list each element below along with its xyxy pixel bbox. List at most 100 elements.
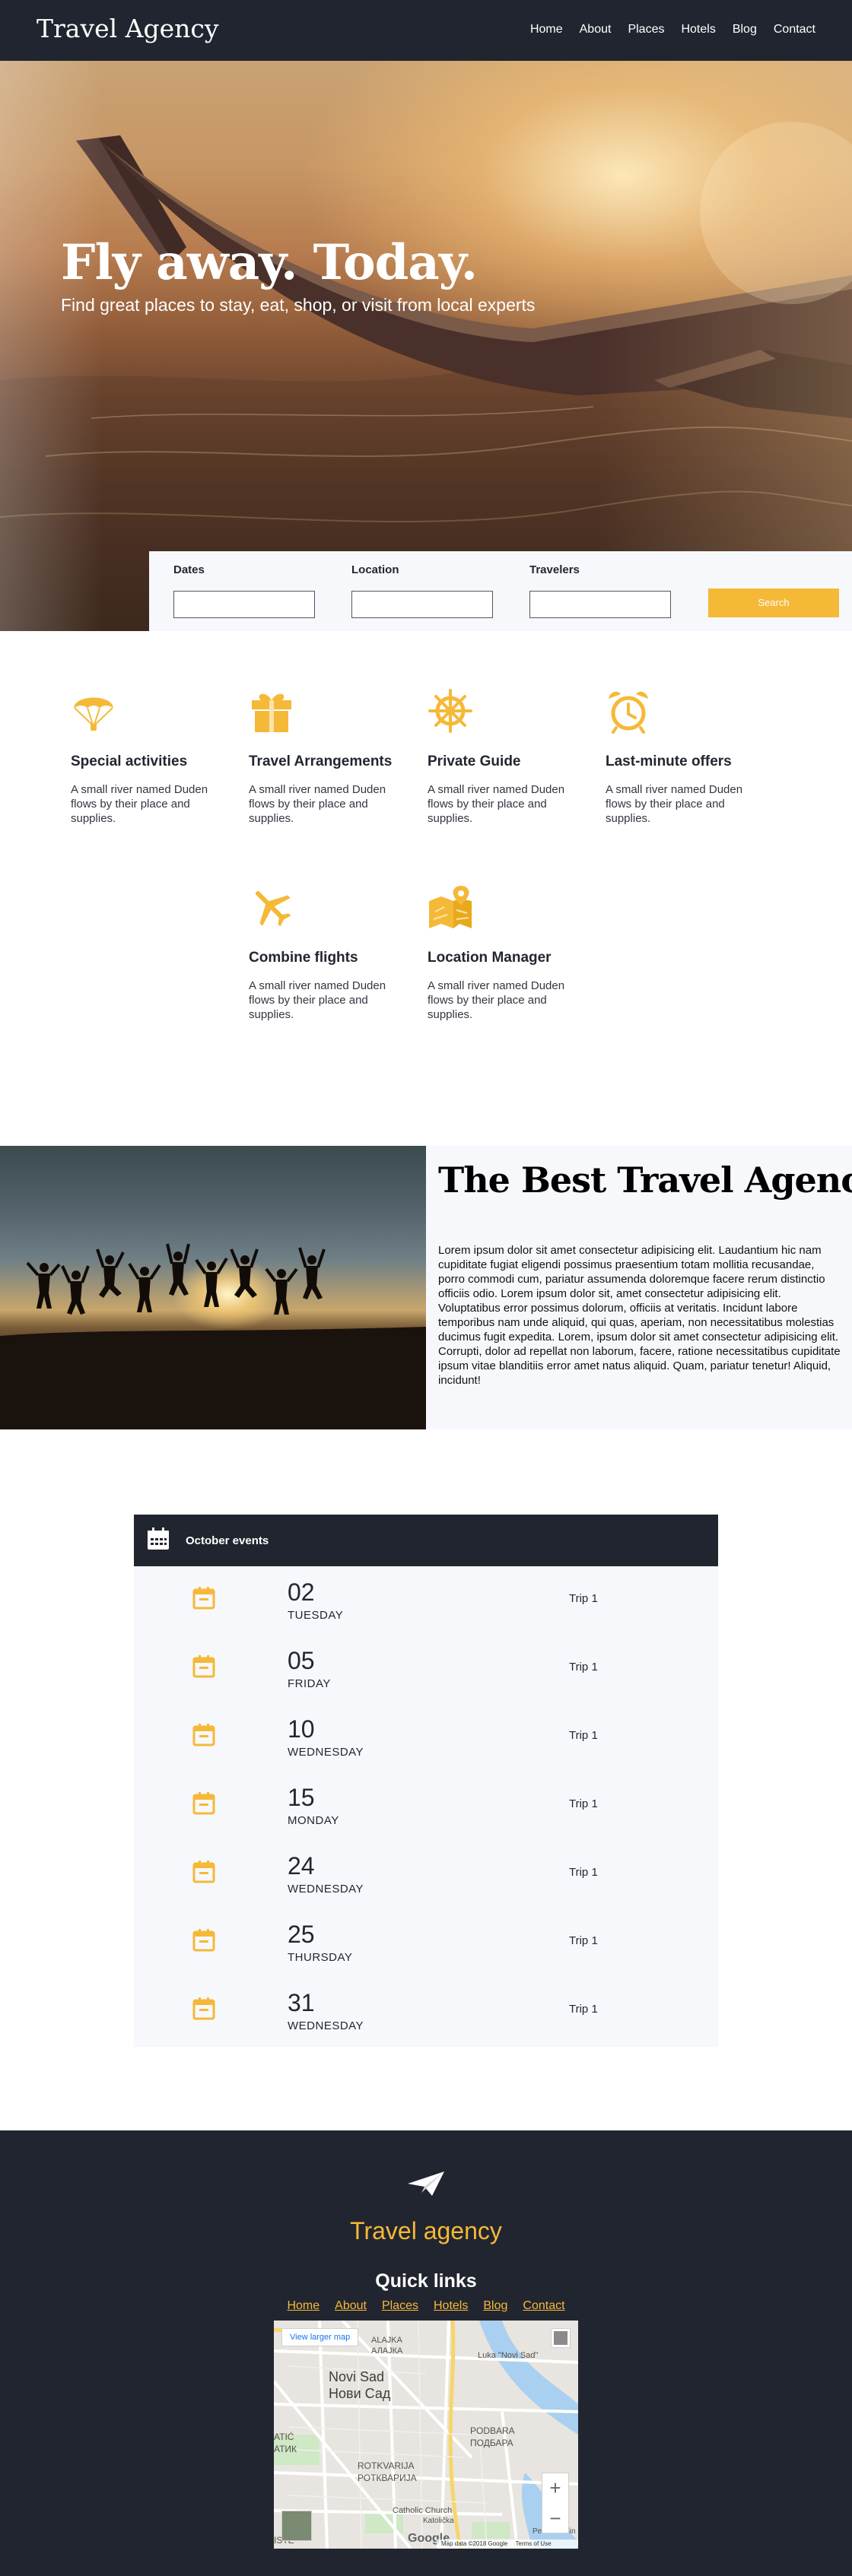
map-label: PODBARA [470,2425,515,2436]
satellite-toggle[interactable] [281,2511,312,2541]
event-row[interactable]: 25 THURSDAY Trip 1 [134,1908,718,1977]
service-text: A small river named Duden flows by their… [606,783,743,825]
dates-input[interactable] [173,591,315,618]
about-text: Lorem ipsum dolor sit amet consectetur a… [438,1244,841,1387]
nav-link-blog[interactable]: Blog [733,23,757,36]
view-larger-map-link[interactable]: View larger map [281,2328,359,2346]
event-weekday: TUESDAY [288,1609,344,1622]
search-button[interactable]: Search [708,588,839,617]
event-row[interactable]: 02 TUESDAY Trip 1 [134,1566,718,1635]
footer-link-about[interactable]: About [335,2299,367,2313]
location-input[interactable] [351,591,493,618]
nav-link-contact[interactable]: Contact [774,23,815,36]
event-row[interactable]: 10 WEDNESDAY Trip 1 [134,1703,718,1772]
footer-links: Home About Places Hotels Blog Contact [0,2299,852,2313]
event-row[interactable]: 24 WEDNESDAY Trip 1 [134,1840,718,1908]
nav-link-about[interactable]: About [580,23,612,36]
events-title: October events [186,1534,269,1547]
event-weekday: WEDNESDAY [288,1883,364,1896]
map-label: Katolička [423,2517,454,2525]
footer-link-blog[interactable]: Blog [483,2299,507,2313]
event-weekday: THURSDAY [288,1951,353,1964]
event-day: 31 [288,1989,315,2016]
event-weekday: MONDAY [288,1814,339,1827]
event-trip[interactable]: Trip 1 [569,1661,598,1673]
map-attribution-bar: Map data ©2018 Google Terms of Use [437,2540,578,2549]
travelers-input[interactable] [529,591,671,618]
service-text: A small river named Duden flows by their… [249,979,386,1021]
service-title: Combine flights [249,950,358,966]
event-weekday: WEDNESDAY [288,2019,364,2032]
event-day: 10 [288,1715,315,1743]
service-title: Last-minute offers [606,753,732,769]
calendar-icon [192,1655,215,1678]
event-day: 24 [288,1852,315,1880]
event-row[interactable]: 31 WEDNESDAY Trip 1 [134,1977,718,2045]
event-weekday: WEDNESDAY [288,1746,364,1759]
fullscreen-button[interactable] [551,2328,571,2348]
map-label: ПОДБАРА [470,2438,513,2448]
map-label: Luka "Novi Sad" [478,2351,539,2360]
event-day: 02 [288,1578,315,1606]
footer-link-contact[interactable]: Contact [523,2299,564,2313]
map-attribution: Map data ©2018 Google [441,2540,508,2547]
events-header: October events [134,1515,718,1566]
event-trip[interactable]: Trip 1 [569,1866,598,1879]
about-title: The Best Travel Agency [438,1160,852,1201]
event-day: 25 [288,1921,315,1948]
service-special-activities: Special activities A small river named D… [71,688,223,825]
event-trip[interactable]: Trip 1 [569,1592,598,1605]
event-trip[interactable]: Trip 1 [569,1797,598,1810]
map-label: Нови Сад [329,2386,391,2401]
service-text: A small river named Duden flows by their… [249,783,386,825]
map-label: ATIĆ [274,2432,294,2442]
nav-link-places[interactable]: Places [628,23,664,36]
map-label: ROTKVARIJA [358,2460,415,2471]
parachute-icon [74,697,113,731]
embedded-map[interactable]: View larger map ALAJKA АЛАЈКА Novi Sad Н… [274,2321,578,2549]
event-weekday: FRIDAY [288,1677,331,1690]
service-title: Private Guide [428,753,521,769]
events-list: 02 TUESDAY Trip 1 05 FRIDAY Trip 1 10 WE… [134,1566,718,2047]
nav-links: Home About Places Hotels Blog Contact [530,23,815,36]
map-label: РОТКВАРИЈА [358,2473,417,2483]
zoom-out-button[interactable]: − [542,2507,568,2530]
footer-link-home[interactable]: Home [287,2299,320,2313]
calendar-icon [192,1724,215,1746]
gift-icon [252,693,291,732]
nav-link-hotels[interactable]: Hotels [681,23,715,36]
footer-link-places[interactable]: Places [382,2299,418,2313]
top-navbar: Travel Agency Home About Places Hotels B… [0,0,852,61]
event-trip[interactable]: Trip 1 [569,1729,598,1742]
footer-link-hotels[interactable]: Hotels [434,2299,468,2313]
hero-banner: Fly away. Today. Find great places to st… [0,61,852,631]
nav-link-home[interactable]: Home [530,23,563,36]
map-label: Novi Sad [329,2369,385,2384]
booking-form: Dates Location Travelers Search [149,551,852,631]
event-row[interactable]: 15 MONDAY Trip 1 [134,1772,718,1840]
event-trip[interactable]: Trip 1 [569,1934,598,1947]
map-label: ALAJKA [371,2336,402,2345]
event-row[interactable]: 05 FRIDAY Trip 1 [134,1635,718,1703]
hero-subtitle: Find great places to stay, eat, shop, or… [61,295,536,315]
event-day: 15 [288,1784,315,1811]
service-title: Travel Arrangements [249,753,393,769]
quick-links-title: Quick links [375,2270,477,2292]
about-section: The Best Travel Agency Lorem ipsum dolor… [426,1146,852,1429]
ship-wheel-icon [428,689,472,733]
map-terms-link[interactable]: Terms of Use [516,2540,552,2547]
calendar-icon [148,1528,169,1550]
location-label: Location [351,563,399,576]
service-title: Special activities [71,753,188,769]
zoom-in-button[interactable]: + [542,2476,568,2500]
service-text: A small river named Duden flows by their… [428,783,565,825]
travelers-label: Travelers [529,563,580,576]
silhouettes-image [0,1243,426,1429]
brand-logo[interactable]: Travel Agency [37,14,219,43]
event-trip[interactable]: Trip 1 [569,2003,598,2016]
calendar-icon [192,1861,215,1883]
event-day: 05 [288,1647,315,1674]
paper-plane-icon [408,2172,444,2196]
footer: Travel agency Quick links Home About Pla… [0,2130,852,2576]
service-travel-arrangements: Travel Arrangements A small river named … [249,688,401,825]
